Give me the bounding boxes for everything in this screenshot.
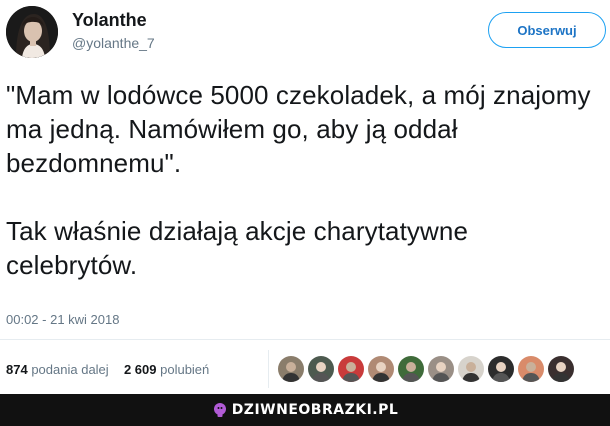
liker-avatar-4[interactable] <box>368 356 394 382</box>
watermark-bar: DZIWNEOBRAZKI.PL <box>0 394 610 426</box>
follow-button[interactable]: Obserwuj <box>488 12 606 48</box>
liker-avatar-6[interactable] <box>428 356 454 382</box>
tweet-text: "Mam w lodówce 5000 czekoladek, a mój zn… <box>6 78 604 282</box>
watermark-text: DZIWNEOBRAZKI.PL <box>231 402 399 418</box>
author-name[interactable]: Yolanthe <box>72 10 147 31</box>
author-avatar[interactable] <box>6 6 58 58</box>
likes-count[interactable]: 2 609 <box>124 362 157 377</box>
tweet-timestamp[interactable]: 00:02 - 21 kwi 2018 <box>6 312 119 327</box>
liker-avatar-2[interactable] <box>308 356 334 382</box>
liker-avatars <box>278 356 578 382</box>
tweet-card: Yolanthe @yolanthe_7 Obserwuj "Mam w lod… <box>0 0 610 394</box>
author-handle[interactable]: @yolanthe_7 <box>72 35 155 51</box>
liker-avatar-3[interactable] <box>338 356 364 382</box>
retweets-count[interactable]: 874 <box>6 362 28 377</box>
liker-avatar-7[interactable] <box>458 356 484 382</box>
liker-avatar-5[interactable] <box>398 356 424 382</box>
bulb-icon <box>213 403 226 417</box>
tweet-stats: 874 podania dalej 2 609 polubień <box>6 362 209 377</box>
watermark: DZIWNEOBRAZKI.PL <box>212 402 399 418</box>
divider-top <box>0 339 610 340</box>
avatar-photo-icon <box>6 6 58 58</box>
likes-label[interactable]: polubień <box>160 362 209 377</box>
tweet-paragraph-1: "Mam w lodówce 5000 czekoladek, a mój zn… <box>6 80 591 178</box>
liker-avatar-10[interactable] <box>548 356 574 382</box>
retweets-label[interactable]: podania dalej <box>31 362 108 377</box>
stats-separator <box>268 350 269 388</box>
liker-avatar-8[interactable] <box>488 356 514 382</box>
liker-avatar-9[interactable] <box>518 356 544 382</box>
liker-avatar-1[interactable] <box>278 356 304 382</box>
tweet-paragraph-2: Tak właśnie działają akcje charytatywne … <box>6 216 469 280</box>
